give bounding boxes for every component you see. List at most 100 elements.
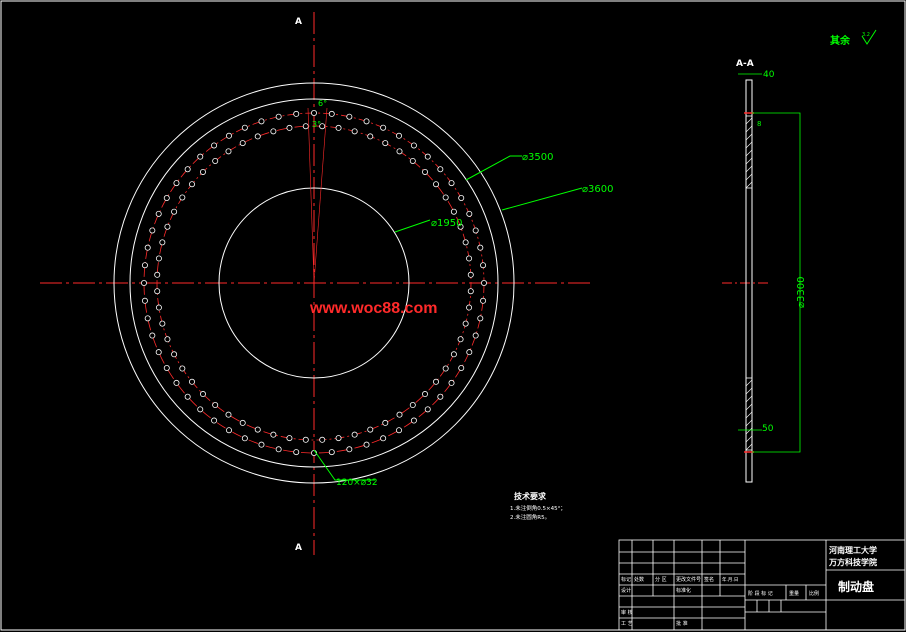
- tech-requirements: 技术要求 1.未注倒角0.5×45°； 2.未注圆角R5。: [510, 491, 566, 521]
- bolt-hole: [410, 417, 417, 424]
- bolt-hole: [409, 157, 416, 164]
- bolt-hole: [457, 336, 464, 343]
- bolt-hole: [472, 332, 479, 339]
- bolt-hole: [480, 279, 487, 286]
- bolt-hole: [395, 427, 402, 434]
- bolt-hole: [154, 271, 161, 278]
- bolt-hole: [258, 441, 265, 448]
- bolt-hole: [477, 315, 484, 322]
- bolt-hole: [286, 435, 293, 442]
- leader-mid-diameter: [465, 155, 522, 181]
- bolt-hole: [225, 148, 232, 155]
- bolt-hole: [351, 431, 358, 438]
- bolt-hole: [164, 336, 171, 343]
- section-hatch-bottom: [745, 377, 753, 451]
- bolt-hole: [437, 166, 444, 173]
- bolt-hole: [410, 142, 417, 149]
- label-mark: 标记: [621, 576, 631, 583]
- bolt-hole: [275, 113, 282, 120]
- bolt-hole: [477, 244, 484, 251]
- bolt-hole: [155, 255, 162, 262]
- bolt-hole: [225, 411, 232, 418]
- bolt-hole: [396, 411, 403, 418]
- section-view: A-A 40 50 ⌀3300 8: [722, 59, 807, 483]
- bolt-hole: [155, 304, 162, 311]
- bolt-hole: [173, 180, 180, 187]
- bolt-hole: [433, 378, 440, 385]
- bolt-hole: [199, 168, 206, 175]
- bolt-hole: [179, 194, 186, 201]
- bolt-hole: [286, 124, 293, 131]
- bolt-hole: [424, 406, 431, 413]
- bolt-hole: [395, 132, 402, 139]
- hole-spec-label: 120×⌀32: [336, 478, 378, 488]
- label-zone: 分 区: [655, 576, 667, 583]
- watermark: www.woc88.com: [309, 300, 437, 317]
- section-hatch-top: [745, 115, 753, 189]
- bolt-hole: [188, 181, 195, 188]
- label-stage: 阶 段 标 记: [748, 590, 773, 597]
- angle-6-label: 6°: [318, 99, 327, 108]
- bolt-hole: [442, 365, 449, 372]
- roughness-value: 3.2: [862, 32, 870, 38]
- bolt-hole: [184, 393, 191, 400]
- bolt-hole: [462, 239, 469, 246]
- leader-hole-spec: [313, 449, 375, 481]
- school-name-line2: 万方科技学院: [828, 557, 877, 567]
- section-profile: [745, 79, 753, 483]
- school-name-line1: 河南理工大学: [829, 545, 877, 555]
- bolt-hole: [163, 364, 170, 371]
- section-marker-top: A: [295, 17, 302, 27]
- label-standardize: 标准化: [676, 587, 691, 594]
- bolt-hole: [472, 227, 479, 234]
- bolt-hole: [367, 133, 374, 140]
- bolt-hole: [211, 417, 218, 424]
- label-count: 处数: [634, 576, 644, 583]
- bolt-hole: [225, 132, 232, 139]
- bolt-hole: [241, 124, 248, 131]
- label-check: 审 核: [621, 609, 633, 616]
- bolt-hole: [328, 110, 335, 117]
- label-scale: 比例: [809, 590, 819, 597]
- bolt-hole: [422, 168, 429, 175]
- bolt-hole: [346, 446, 353, 453]
- bolt-hole: [458, 364, 465, 371]
- bolt-hole: [422, 391, 429, 398]
- bolt-hole: [466, 210, 473, 217]
- angle-3-label: 3°: [312, 120, 321, 129]
- bolt-hole: [141, 262, 148, 269]
- bolt-hole: [239, 419, 246, 426]
- bolt-hole: [258, 118, 265, 125]
- bolt-hole: [380, 124, 387, 131]
- bolt-hole: [154, 288, 161, 295]
- drawing-border: [0, 0, 906, 631]
- bolt-hole: [380, 435, 387, 442]
- label-design: 设计: [621, 587, 631, 594]
- bolt-hole: [467, 288, 474, 295]
- bolt-hole: [363, 118, 370, 125]
- bolt-hole: [293, 110, 300, 117]
- section-diameter-label: ⌀3300: [796, 277, 807, 308]
- inner-diameter-label: ⌀1950: [431, 218, 462, 229]
- bolt-hole: [199, 391, 206, 398]
- bolt-hole: [363, 441, 370, 448]
- bolt-hole: [328, 449, 335, 456]
- bolt-hole: [212, 402, 219, 409]
- label-weight: 重量: [789, 590, 799, 597]
- bolt-hole: [159, 239, 166, 246]
- thickness-top-label: 40: [763, 70, 775, 80]
- bolt-hole: [140, 279, 147, 286]
- bolt-hole: [480, 262, 487, 269]
- tech-req-item-1: 1.未注倒角0.5×45°；: [510, 504, 566, 512]
- bolt-hole: [302, 436, 309, 443]
- bolt-hole: [409, 402, 416, 409]
- bolt-hole: [212, 157, 219, 164]
- bolt-hole: [197, 153, 204, 160]
- bolt-hole: [179, 365, 186, 372]
- bolt-hole: [437, 393, 444, 400]
- bolt-hole: [155, 210, 162, 217]
- bolt-hole: [462, 320, 469, 327]
- bolt-hole: [184, 166, 191, 173]
- bolt-hole: [275, 446, 282, 453]
- bolt-hole: [433, 181, 440, 188]
